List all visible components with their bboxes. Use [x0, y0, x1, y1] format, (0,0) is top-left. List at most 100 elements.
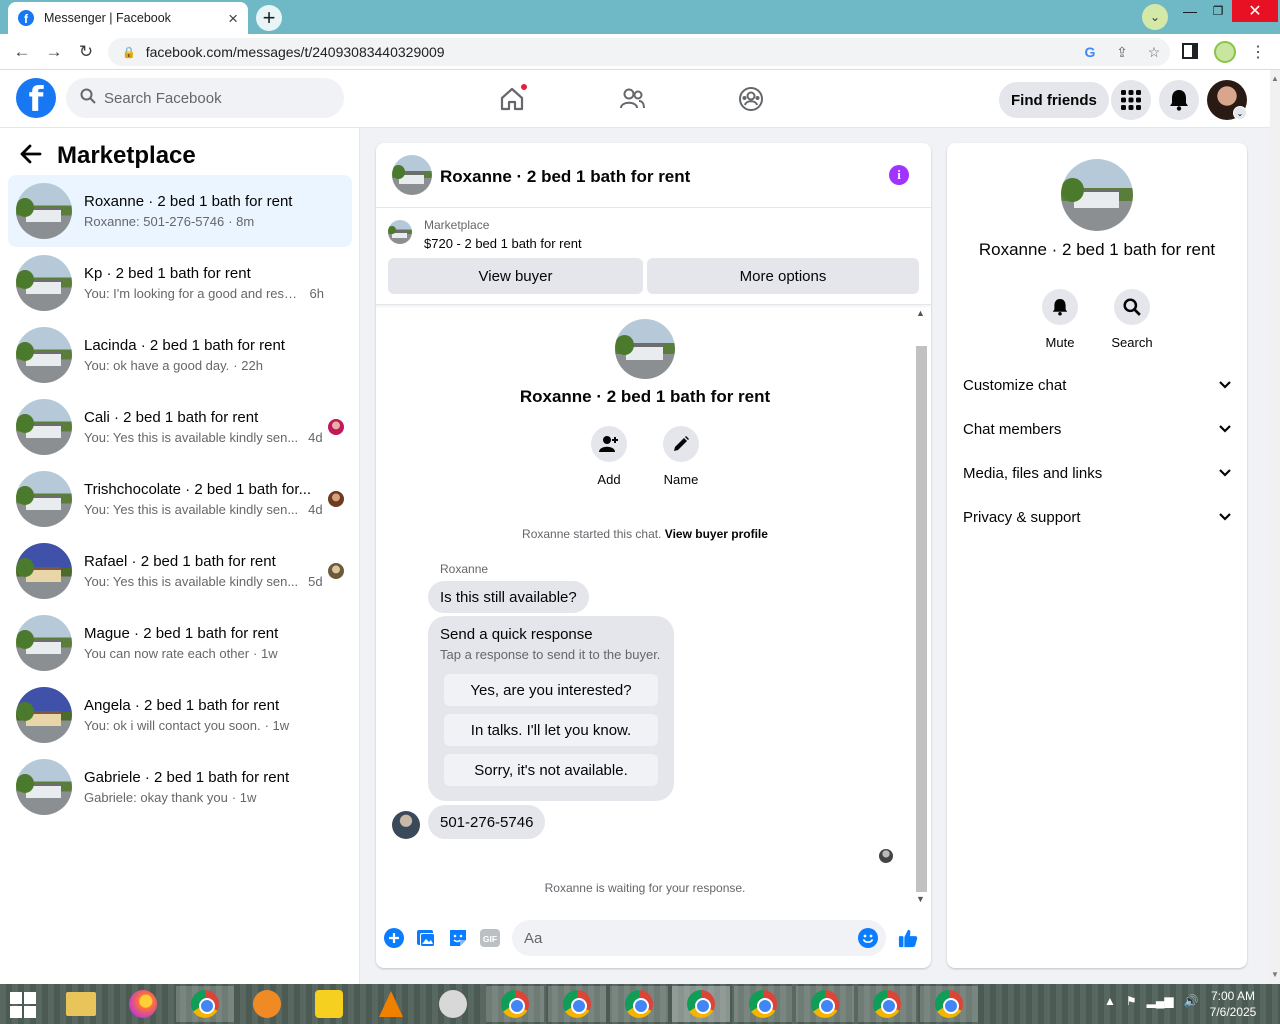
home-nav-button[interactable]: [490, 80, 534, 118]
player-taskbar-button[interactable]: [300, 986, 358, 1022]
vlc-taskbar-button[interactable]: [362, 986, 420, 1022]
tab-search-button[interactable]: ⌄: [1142, 4, 1168, 30]
sender-avatar[interactable]: [392, 811, 420, 839]
conversation-item[interactable]: Rafael · 2 bed 1 bath for rent You: Yes …: [8, 535, 352, 607]
notifications-button[interactable]: [1159, 80, 1199, 120]
customize-chat-section[interactable]: Customize chat: [963, 367, 1231, 403]
browser-menu-icon[interactable]: ⋮: [1250, 42, 1266, 62]
chrome-taskbar-button[interactable]: [672, 986, 730, 1022]
back-icon[interactable]: ←: [10, 40, 34, 64]
more-options-button[interactable]: More options: [647, 258, 919, 294]
scroll-down-icon[interactable]: ▼: [916, 894, 925, 904]
listing-thumbnail: [16, 183, 72, 239]
quick-reply-button[interactable]: In talks. I'll let you know.: [444, 714, 658, 746]
restore-button[interactable]: ❐: [1200, 0, 1236, 22]
message-input-box[interactable]: [512, 920, 886, 956]
conversation-item[interactable]: Kp · 2 bed 1 bath for rent You: I'm look…: [8, 247, 352, 319]
chat-members-section[interactable]: Chat members: [963, 411, 1231, 447]
conversation-item[interactable]: Cali · 2 bed 1 bath for rent You: Yes th…: [8, 391, 352, 463]
volume-icon[interactable]: 🔊: [1184, 994, 1199, 1008]
view-buyer-profile-link[interactable]: View buyer profile: [665, 527, 768, 541]
address-bar[interactable]: 🔒 facebook.com/messages/t/24093083440329…: [108, 38, 1170, 66]
browser-profile-icon[interactable]: [1214, 41, 1236, 63]
privacy-support-section[interactable]: Privacy & support: [963, 499, 1231, 535]
quick-reply-button[interactable]: Sorry, it's not available.: [444, 754, 658, 786]
uc-browser-icon: [253, 990, 281, 1018]
chat-scrollbar[interactable]: ▲ ▼: [914, 308, 928, 908]
back-arrow-icon[interactable]: [20, 144, 42, 169]
side-panel-icon[interactable]: [1182, 43, 1198, 59]
quick-reply-button[interactable]: Yes, are you interested?: [444, 674, 658, 706]
browser-tab[interactable]: f Messenger | Facebook ×: [8, 2, 248, 34]
name-chat-button[interactable]: Name: [651, 426, 711, 487]
file-explorer-taskbar-button[interactable]: [52, 986, 110, 1022]
tray-chevron-up-icon[interactable]: ▲: [1104, 994, 1116, 1008]
chat-title[interactable]: Roxanne · 2 bed 1 bath for rent: [440, 167, 690, 187]
chrome-taskbar-button[interactable]: [610, 986, 668, 1022]
google-icon[interactable]: G: [1074, 44, 1106, 60]
scroll-down-icon[interactable]: ▼: [1271, 970, 1279, 979]
conversation-item[interactable]: Mague · 2 bed 1 bath for rent You can no…: [8, 607, 352, 679]
conversation-item[interactable]: Lacinda · 2 bed 1 bath for rent You: ok …: [8, 319, 352, 391]
chrome-taskbar-button[interactable]: [548, 986, 606, 1022]
firefox-taskbar-button[interactable]: [114, 986, 172, 1022]
page-scrollbar[interactable]: ▲ ▼: [1270, 70, 1280, 984]
message-input[interactable]: [524, 929, 844, 947]
search-in-conversation-button[interactable]: Search: [1102, 289, 1162, 350]
add-people-button[interactable]: Add: [579, 426, 639, 487]
emoji-icon[interactable]: [858, 928, 878, 948]
sticker-icon[interactable]: [448, 928, 468, 948]
chat-thumbnail[interactable]: [392, 155, 432, 195]
lock-icon[interactable]: 🔒: [122, 46, 136, 59]
chevron-down-icon[interactable]: ⌄: [1233, 106, 1247, 120]
message-bubble[interactable]: 501-276-5746: [428, 805, 546, 839]
forward-icon[interactable]: →: [42, 40, 66, 64]
url-text[interactable]: facebook.com/messages/t/2409308344032900…: [146, 44, 1074, 60]
reload-icon[interactable]: ↻: [74, 40, 98, 64]
close-tab-icon[interactable]: ×: [228, 10, 238, 27]
view-buyer-button[interactable]: View buyer: [388, 258, 643, 294]
gif-icon[interactable]: GIF: [480, 928, 500, 948]
friends-nav-button[interactable]: [610, 80, 654, 118]
groups-nav-button[interactable]: [729, 80, 773, 118]
taskbar-clock[interactable]: 7:00 AM 7/6/2025: [1200, 988, 1266, 1020]
close-window-button[interactable]: ✕: [1232, 0, 1278, 22]
chrome-icon: [687, 990, 715, 1018]
thumbs-up-icon[interactable]: [898, 928, 918, 948]
share-icon[interactable]: ⇪: [1106, 44, 1138, 61]
plus-circle-icon[interactable]: [384, 928, 404, 948]
search-input[interactable]: [104, 89, 324, 107]
conversation-item[interactable]: Angela · 2 bed 1 bath for rent You: ok i…: [8, 679, 352, 751]
conversation-item[interactable]: Trishchocolate · 2 bed 1 bath for... You…: [8, 463, 352, 535]
chrome-taskbar-button[interactable]: [176, 986, 234, 1022]
scrollbar-thumb[interactable]: [916, 346, 927, 892]
find-friends-button[interactable]: Find friends: [999, 82, 1109, 118]
conversation-item[interactable]: Gabriele · 2 bed 1 bath for rent Gabriel…: [8, 751, 352, 823]
chrome-taskbar-button[interactable]: [858, 986, 916, 1022]
search-box[interactable]: [66, 78, 344, 118]
message-bubble[interactable]: Is this still available?: [428, 581, 589, 613]
chrome-taskbar-button[interactable]: [486, 986, 544, 1022]
bookmark-star-icon[interactable]: ☆: [1138, 44, 1170, 61]
info-icon[interactable]: i: [889, 165, 909, 185]
facebook-logo-icon[interactable]: f: [16, 78, 56, 118]
app-taskbar-button[interactable]: [424, 986, 482, 1022]
bell-icon: [1052, 299, 1068, 316]
chrome-taskbar-button[interactable]: [796, 986, 854, 1022]
network-icon[interactable]: ▂▄▆: [1147, 994, 1174, 1008]
conversation-item[interactable]: Roxanne · 2 bed 1 bath for rent Roxanne:…: [8, 175, 352, 247]
flag-icon[interactable]: ⚑: [1126, 994, 1137, 1008]
chrome-taskbar-button[interactable]: [734, 986, 792, 1022]
new-tab-button[interactable]: +: [256, 5, 282, 31]
chrome-taskbar-button[interactable]: [920, 986, 978, 1022]
photo-icon[interactable]: [416, 928, 436, 948]
conversation-time: · 1w: [253, 646, 278, 661]
mute-button[interactable]: Mute: [1030, 289, 1090, 350]
windows-start-icon[interactable]: [10, 992, 36, 1018]
listing-price[interactable]: $720 - 2 bed 1 bath for rent: [424, 236, 582, 251]
menu-button[interactable]: [1111, 80, 1151, 120]
media-files-links-section[interactable]: Media, files and links: [963, 455, 1231, 491]
scroll-up-icon[interactable]: ▲: [916, 308, 925, 318]
scroll-up-icon[interactable]: ▲: [1271, 74, 1279, 83]
uc-browser-taskbar-button[interactable]: [238, 986, 296, 1022]
